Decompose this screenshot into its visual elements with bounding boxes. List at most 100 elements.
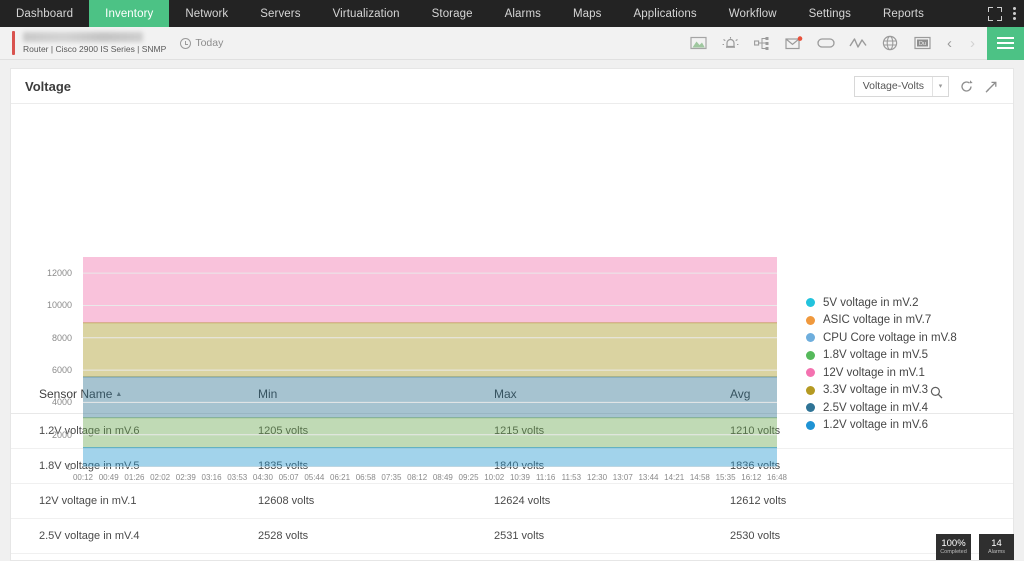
nav-item-maps[interactable]: Maps [557, 0, 618, 27]
nav-item-network[interactable]: Network [169, 0, 244, 27]
device-info: Router | Cisco 2900 IS Series | SNMP [0, 27, 166, 59]
x-axis-tick-label: 16:48 [766, 473, 788, 482]
expand-icon[interactable] [984, 79, 999, 94]
x-axis-tick-label: 14:21 [664, 473, 685, 482]
nav-item-label: Workflow [728, 7, 777, 20]
nav-item-label: Settings [808, 7, 851, 20]
table-row[interactable]: 3.3V voltage in mV.33352 volts3361 volts… [11, 553, 1013, 561]
legend-label: CPU Core voltage in mV.8 [823, 331, 957, 344]
x-axis-tick-label: 13:44 [638, 473, 659, 482]
legend-item[interactable]: 1.2V voltage in mV.6 [806, 417, 957, 435]
x-axis-tick-label: 11:16 [535, 473, 556, 482]
chart-area-band [83, 257, 777, 323]
cell-max: 2531 volts [494, 518, 730, 554]
x-axis-tick-label: 09:25 [458, 473, 479, 482]
svg-text:Du: Du [919, 41, 926, 47]
legend-color-swatch [806, 385, 815, 395]
legend-item[interactable]: 2.5V voltage in mV.4 [806, 399, 957, 417]
next-device-button: › [970, 34, 975, 52]
nav-item-label: Applications [633, 7, 697, 20]
x-axis-tick-label: 01:26 [124, 473, 145, 482]
x-axis-tick-label: 08:12 [407, 473, 428, 482]
card-header: Voltage Voltage-Volts ▾ [11, 69, 1013, 104]
cell-sensor: 12V voltage in mV.1 [11, 483, 258, 519]
nav-item-servers[interactable]: Servers [244, 0, 316, 27]
cell-spacer [930, 483, 1013, 519]
nav-item-label: Network [185, 7, 229, 20]
nav-item-label: Storage [431, 7, 473, 20]
table-row[interactable]: 2.5V voltage in mV.4 2528 volts 2531 volts… [11, 518, 1013, 554]
cell-avg: 12612 volts [730, 483, 930, 519]
chart-area-band [83, 417, 777, 448]
nav-item-reports[interactable]: Reports [867, 0, 940, 27]
chart-plot-area [83, 257, 777, 467]
y-axis-tick-label: 4000 [51, 397, 72, 408]
voltage-chart: 0 2000 4000 6000 8000 10000 12000 00:12 00:49 01… [11, 104, 1013, 482]
legend-item[interactable]: 3.3V voltage in mV.3 [806, 382, 957, 400]
x-axis-tick-label: 11:53 [561, 473, 582, 482]
hamburger-menu-icon[interactable] [987, 26, 1024, 60]
envelope-notification-icon[interactable] [785, 35, 803, 51]
chart-legend: 5V voltage in mV.2 ASIC voltage in mV.7 CP… [806, 294, 957, 434]
x-axis-tick-label: 05:44 [304, 473, 325, 482]
link-chain-icon[interactable] [817, 35, 835, 51]
globe-icon[interactable] [881, 35, 899, 51]
network-topology-icon[interactable] [753, 35, 771, 51]
x-axis-tick-label: 03:53 [227, 473, 248, 482]
status-badge[interactable]: 14 Alarms [979, 534, 1014, 560]
nav-item-label: Dashboard [16, 7, 74, 20]
cell-min: 12608 volts [258, 483, 494, 519]
legend-color-swatch [806, 350, 815, 360]
nav-item-workflow[interactable]: Workflow [713, 0, 793, 27]
table-row[interactable]: 12V voltage in mV.1 12608 volts 12624 volt… [11, 483, 1013, 519]
card-header-actions: Voltage-Volts ▾ [853, 75, 999, 97]
nav-item-label: Reports [882, 7, 924, 20]
x-axis-tick-label: 13:07 [612, 473, 633, 482]
image-chart-icon[interactable] [689, 35, 707, 51]
legend-color-swatch [806, 333, 815, 343]
top-nav-actions [988, 0, 1024, 27]
refresh-icon[interactable] [959, 79, 974, 94]
nav-item-label: Inventory [105, 7, 154, 20]
time-range-label: Today [195, 37, 224, 49]
device-name-redacted [23, 32, 143, 42]
nav-item-alarms[interactable]: Alarms [489, 0, 557, 27]
nav-item-virtualization[interactable]: Virtualization [317, 0, 416, 27]
status-badge[interactable]: 100% Completed [936, 534, 971, 560]
metric-select-value: Voltage-Volts [862, 80, 924, 92]
cell-min: 3352 volts [258, 553, 494, 561]
nav-item-label: Virtualization [332, 7, 400, 20]
alarm-bell-icon[interactable] [721, 35, 739, 51]
line-chart-icon[interactable] [849, 35, 867, 51]
metric-select[interactable]: Voltage-Volts ▾ [853, 75, 949, 97]
nav-item-dashboard[interactable]: Dashboard [0, 0, 89, 27]
legend-item[interactable]: CPU Core voltage in mV.8 [806, 329, 957, 347]
legend-label: 12V voltage in mV.1 [823, 366, 925, 379]
y-axis-tick-label: 2000 [51, 429, 72, 440]
terminal-console-icon[interactable]: Du [913, 35, 931, 51]
collapse-icon[interactable] [988, 6, 1002, 21]
x-axis-tick-label: 06:21 [330, 473, 351, 482]
top-nav-items: Dashboard Inventory Network Servers Virtuali… [0, 0, 940, 27]
voltage-card: Voltage Voltage-Volts ▾ 0 2000 4000 6000 800… [10, 68, 1014, 561]
legend-item[interactable]: 5V voltage in mV.2 [806, 294, 957, 312]
legend-item[interactable]: 1.8V voltage in mV.5 [806, 347, 957, 365]
previous-device-button[interactable]: ‹ [945, 36, 954, 51]
page-title: Voltage [25, 78, 71, 94]
x-axis-tick-label: 15:35 [715, 473, 736, 482]
nav-item-storage[interactable]: Storage [416, 0, 489, 27]
cell-spacer [930, 448, 1013, 484]
nav-item-applications[interactable]: Applications [618, 0, 713, 27]
nav-item-label: Maps [573, 7, 602, 20]
device-toolbar: Router | Cisco 2900 IS Series | SNMP Tod… [0, 26, 1024, 60]
legend-item[interactable]: 12V voltage in mV.1 [806, 364, 957, 382]
badge-value: 100% [941, 537, 966, 549]
time-range-selector[interactable]: Today [180, 37, 223, 49]
legend-label: 5V voltage in mV.2 [823, 296, 919, 309]
cell-sensor: 2.5V voltage in mV.4 [11, 518, 258, 554]
nav-item-settings[interactable]: Settings [793, 0, 867, 27]
nav-item-label: Alarms [504, 7, 541, 20]
vertical-dots-icon[interactable] [1012, 7, 1016, 20]
legend-item[interactable]: ASIC voltage in mV.7 [806, 312, 957, 330]
nav-item-inventory[interactable]: Inventory [89, 0, 170, 27]
